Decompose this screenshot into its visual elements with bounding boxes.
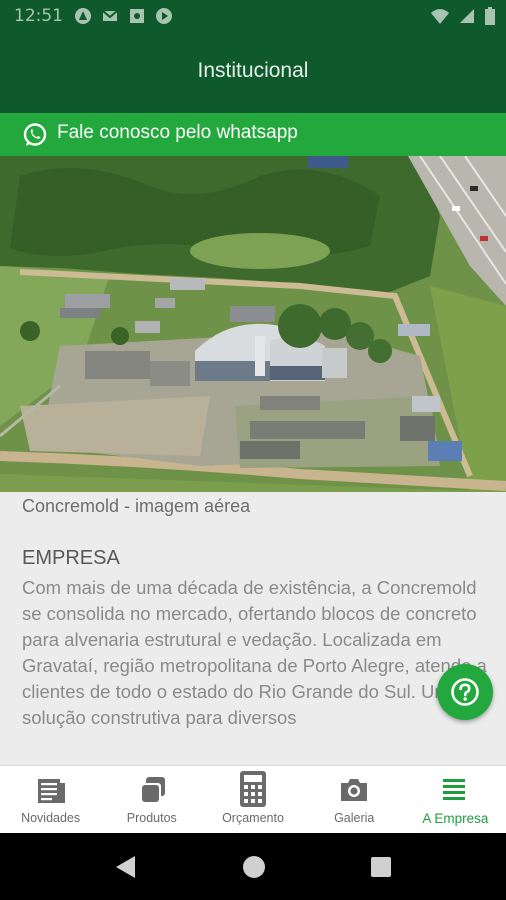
calculator-icon <box>237 771 269 807</box>
image-caption: Concremold - imagem aérea <box>22 496 251 516</box>
notification-icons <box>74 7 173 25</box>
security-update-icon <box>128 7 146 25</box>
nav-label-a-empresa: A Empresa <box>422 811 489 826</box>
back-icon[interactable] <box>113 854 139 880</box>
status-time: 12:51 <box>14 6 63 26</box>
app-bar: Institucional <box>0 32 506 113</box>
section-body: Com mais de uma década de existência, a … <box>22 577 487 728</box>
help-button[interactable] <box>437 664 493 720</box>
whatsapp-icon <box>22 122 48 148</box>
android-auto-icon <box>74 7 92 25</box>
content-area[interactable]: Concremold - imagem aérea EMPRESA Com ma… <box>0 492 506 765</box>
nav-item-novidades[interactable]: Novidades <box>0 766 101 834</box>
system-icons <box>430 7 496 29</box>
whatsapp-label: Fale conosco pelo whatsapp <box>57 122 298 143</box>
nav-label-orcamento: Orçamento <box>222 811 284 825</box>
nav-label-galeria: Galeria <box>334 811 375 825</box>
battery-icon <box>484 7 496 29</box>
nav-item-produtos[interactable]: Produtos <box>101 766 202 834</box>
wifi-icon <box>430 7 450 29</box>
whatsapp-contact-button[interactable]: Fale conosco pelo whatsapp <box>0 113 506 156</box>
camera-icon <box>338 774 370 806</box>
gmail-icon <box>101 7 119 25</box>
products-icon <box>136 774 168 806</box>
help-icon <box>451 678 479 706</box>
recent-apps-icon[interactable] <box>368 854 394 880</box>
nav-label-produtos: Produtos <box>126 811 177 825</box>
section-heading: EMPRESA <box>22 547 120 569</box>
system-navigation-bar <box>0 833 506 900</box>
page-title: Institucional <box>197 59 309 82</box>
aerial-photo <box>0 156 506 492</box>
signal-icon <box>458 7 476 29</box>
status-bar: 12:51 <box>0 0 506 32</box>
bottom-navigation: Novidades Produtos Orçamento Galeria A E… <box>0 765 506 834</box>
nav-item-orcamento[interactable]: Orçamento <box>202 766 303 834</box>
nav-item-a-empresa[interactable]: A Empresa <box>405 766 506 834</box>
home-icon[interactable] <box>241 854 267 880</box>
news-icon <box>35 774 67 806</box>
nav-label-novidades: Novidades <box>21 811 81 825</box>
play-store-icon <box>155 7 173 25</box>
nav-item-galeria[interactable]: Galeria <box>304 766 405 834</box>
company-list-icon <box>439 774 471 806</box>
